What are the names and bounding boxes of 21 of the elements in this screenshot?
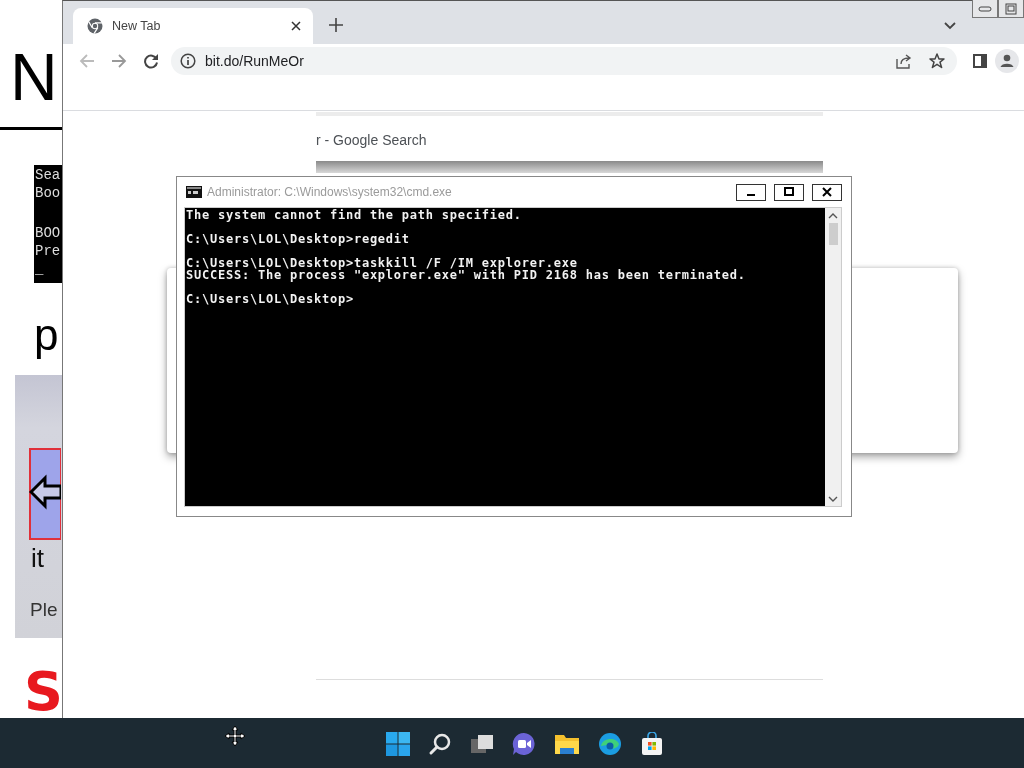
panel-text: Ple <box>30 599 58 621</box>
tab-title: New Tab <box>112 19 162 33</box>
panel-text: it <box>31 543 44 573</box>
window-title: Administrator: C:\Windows\system32\cmd.exe <box>207 185 452 199</box>
console-line: Boo <box>35 184 62 202</box>
heading-text: p <box>34 309 59 361</box>
console-line: _ <box>35 260 45 278</box>
console-line: Pre <box>35 242 62 260</box>
address-bar[interactable]: bit.do/RunMeOr <box>171 47 957 75</box>
page-title-text: r - Google Search <box>316 131 428 149</box>
console-line: The system cannot find the path specified. <box>186 209 523 221</box>
console-line: SUCCESS: The process "explorer.exe" with PID 2168 has been terminated. <box>186 269 747 281</box>
warning-text: S <box>24 664 62 718</box>
console-line: C:\Users\LOL\Desktop> <box>186 293 355 305</box>
console-line: Sea <box>35 166 62 184</box>
heading-text: N <box>10 39 58 116</box>
url-text: bit.do/RunMeOr <box>205 53 304 69</box>
console-line: BOO <box>35 224 62 242</box>
browser-tab[interactable]: New Tab <box>73 8 313 44</box>
console-line: C:\Users\LOL\Desktop>regedit <box>186 233 411 245</box>
console-line: C:\Users\LOL\Desktop>taskkill /F /IM explorer.exe <box>186 257 579 269</box>
